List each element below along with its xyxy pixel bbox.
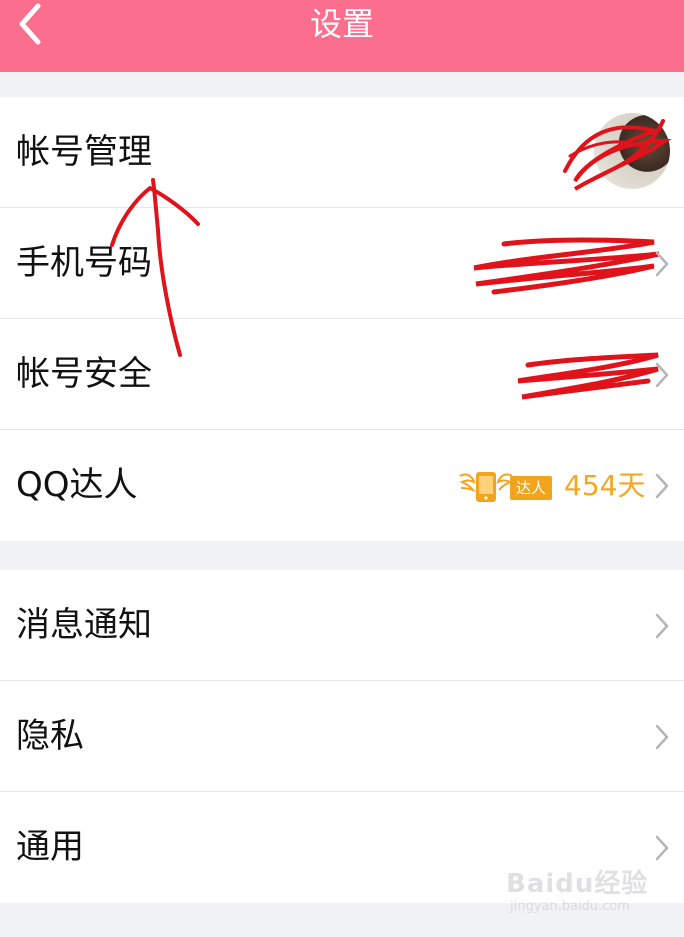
- watermark: Baidu经验 jingyan.baidu.com: [506, 863, 666, 923]
- general-settings-group: 消息通知 隐私 通用: [0, 570, 684, 903]
- qq-talent-badge-icon: [459, 472, 513, 502]
- chevron-right-icon: [655, 613, 669, 639]
- page-title: 设置: [309, 5, 374, 43]
- watermark-url: jingyan.baidu.com: [510, 899, 630, 914]
- settings-row-account-management[interactable]: 帐号管理: [0, 97, 684, 208]
- row-label: 帐号管理: [16, 132, 152, 172]
- talent-days-count: 454天: [564, 469, 646, 502]
- chevron-right-icon: [655, 251, 669, 277]
- settings-row-notifications[interactable]: 消息通知: [0, 570, 684, 681]
- settings-row-qq-talent[interactable]: QQ达人 达人 454天: [0, 430, 684, 541]
- row-label: 隐私: [16, 716, 84, 756]
- talent-badge-label: 达人: [510, 476, 552, 500]
- settings-row-phone-number[interactable]: 手机号码: [0, 208, 684, 319]
- row-label: 通用: [16, 827, 84, 867]
- avatar: [594, 113, 670, 189]
- account-settings-group: 帐号管理 手机号码 帐号安全 QQ达人 达人 454天: [0, 97, 684, 541]
- watermark-logo: Baidu经验: [506, 869, 649, 899]
- header-bar: 设置: [0, 0, 684, 72]
- row-label: 消息通知: [16, 605, 152, 645]
- chevron-right-icon: [655, 473, 669, 499]
- qq-talent-badge: 达人: [458, 466, 554, 506]
- row-label: 手机号码: [16, 243, 152, 283]
- chevron-right-icon: [655, 835, 669, 861]
- chevron-right-icon: [655, 724, 669, 750]
- settings-row-account-security[interactable]: 帐号安全: [0, 319, 684, 430]
- chevron-right-icon: [655, 362, 669, 388]
- row-label: QQ达人: [16, 465, 138, 505]
- row-label: 帐号安全: [16, 354, 152, 394]
- redaction-scribble: [473, 237, 660, 295]
- settings-row-privacy[interactable]: 隐私: [0, 681, 684, 792]
- redaction-scribble: [517, 352, 659, 400]
